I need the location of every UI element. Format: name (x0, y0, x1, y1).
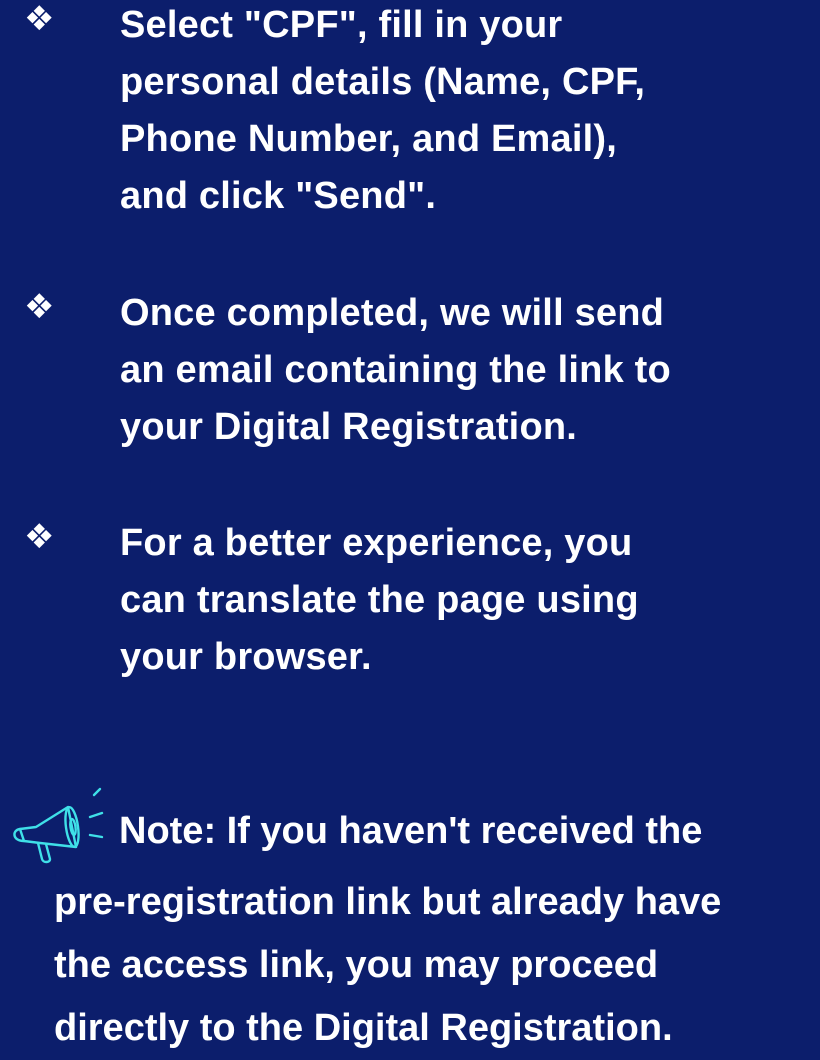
instruction-text: For a better experience, you can transla… (120, 522, 639, 678)
megaphone-icon (13, 787, 104, 864)
instructions-page: ❖ Select "CPF", fill in your personal de… (0, 0, 820, 1059)
diamond-bullet-icon: ❖ (24, 287, 55, 327)
diamond-bullet-icon: ❖ (24, 0, 55, 39)
note-text: pre-registration link but already have t… (54, 881, 722, 1049)
diamond-bullet-icon: ❖ (24, 517, 55, 557)
note-first-line: Note: If you haven't received the (119, 810, 703, 852)
instruction-text: Once completed, we will send an email co… (120, 292, 671, 448)
instruction-text: Select "CPF", fill in your personal deta… (120, 4, 646, 217)
